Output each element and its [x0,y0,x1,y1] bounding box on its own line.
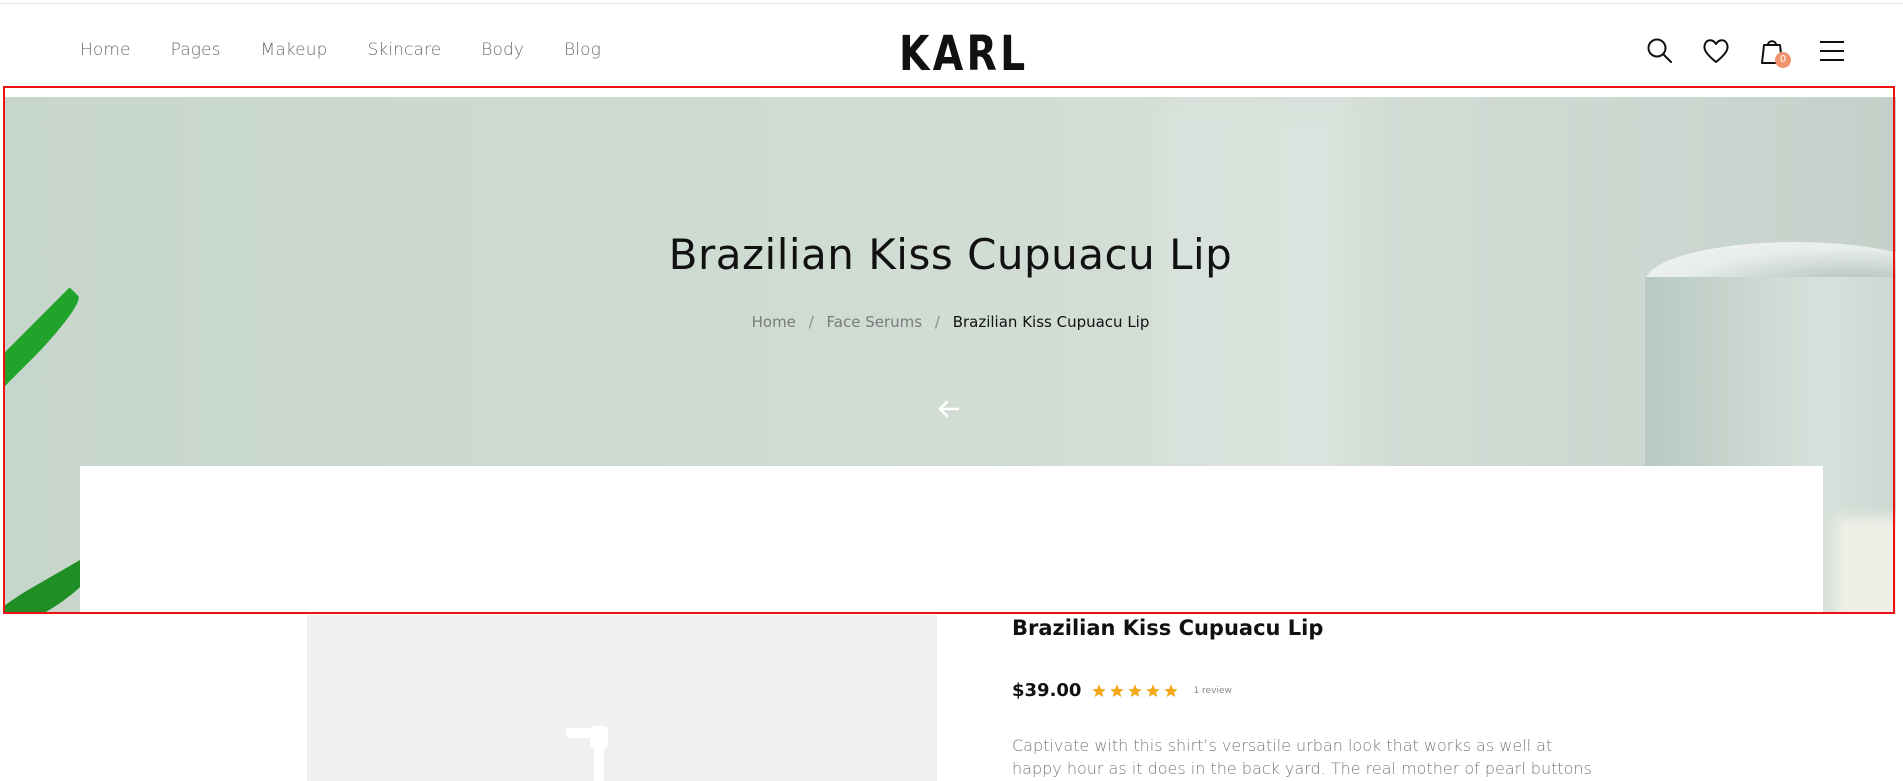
wishlist-button[interactable] [1699,34,1733,68]
search-button[interactable] [1643,34,1677,68]
product-title: Brazilian Kiss Cupuacu Lip [1012,616,1324,640]
star-icon [1146,683,1161,697]
rating-stars [1091,683,1179,699]
cart-button[interactable]: 0 [1755,34,1791,68]
leaf-decoration [5,287,87,418]
hero-light [1155,97,1355,497]
breadcrumb: Home / Face Serums / Brazilian Kiss Cupu… [5,313,1896,331]
nav-link-pages[interactable]: Pages [171,40,221,60]
page-title: Brazilian Kiss Cupuacu Lip [668,230,1233,279]
breadcrumb-category[interactable]: Face Serums [827,313,923,331]
star-icon [1110,683,1125,697]
search-icon [1647,38,1672,63]
breadcrumb-home[interactable]: Home [752,313,796,331]
content-panel [80,466,1823,614]
site-header: Home Pages Makeup Skincare Body Blog KAR… [0,4,1903,96]
star-icon [1164,683,1179,697]
background-object [1835,517,1896,614]
page-hero: Brazilian Kiss Cupuacu Lip Home / Face S… [5,97,1896,614]
cart-count-badge: 0 [1775,52,1791,68]
nav-link-skincare[interactable]: Skincare [368,40,442,60]
product-pump-image [566,726,608,781]
heart-icon [1703,39,1729,63]
star-icon [1128,683,1143,697]
breadcrumb-current: Brazilian Kiss Cupuacu Lip [952,313,1150,331]
price-rating-row: $39.00 1 review [1012,680,1232,701]
menu-button[interactable] [1815,34,1849,68]
menu-icon [1820,41,1844,61]
header-actions: 0 [1643,34,1903,74]
arrow-left-icon [938,400,960,418]
product-description: Captivate with this shirt’s versatile ur… [1012,736,1592,778]
nav-link-blog[interactable]: Blog [564,40,601,60]
product-price: $39.00 [1012,680,1082,701]
nav-link-makeup[interactable]: Makeup [261,40,328,60]
site-logo[interactable]: KARL [899,26,1028,82]
star-icon [1092,683,1107,697]
breadcrumb-separator: / [808,313,814,331]
main-nav: Home Pages Makeup Skincare Body Blog [80,40,641,60]
nav-link-home[interactable]: Home [80,40,131,60]
nav-link-body[interactable]: Body [481,40,524,60]
breadcrumb-separator: / [934,313,940,331]
review-count[interactable]: 1 review [1193,686,1231,696]
back-button[interactable] [937,397,961,421]
